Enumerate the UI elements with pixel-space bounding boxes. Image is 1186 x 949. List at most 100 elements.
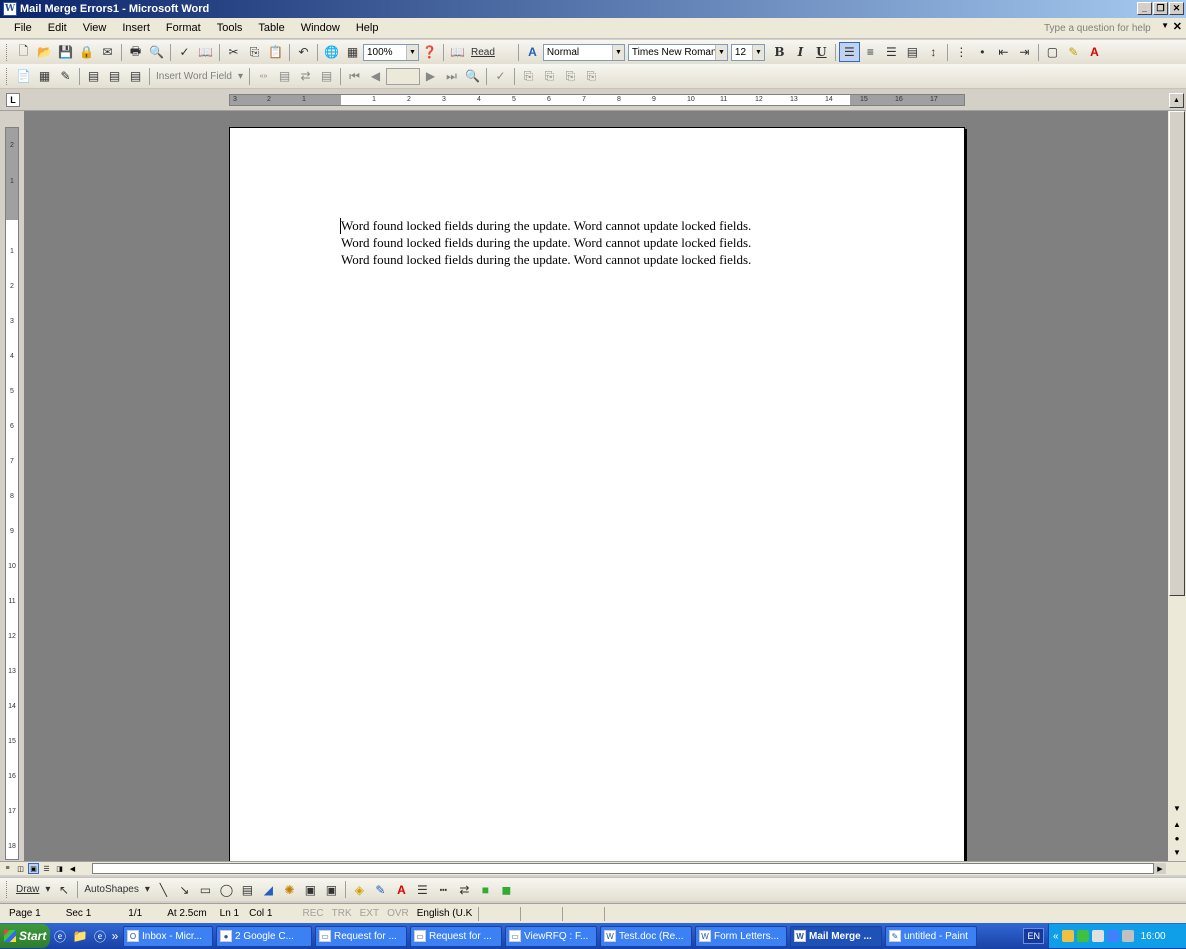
merge-to-document-icon[interactable]: ⎘ — [518, 66, 539, 86]
browse-object-icon[interactable]: ● — [1169, 831, 1185, 845]
arrow-style-icon[interactable]: ⇄ — [454, 880, 475, 900]
document-line[interactable]: Word found locked fields during the upda… — [341, 218, 751, 234]
horizontal-ruler[interactable]: 3 2 1 1 2 3 4 5 6 7 8 9 10 11 12 13 14 1… — [229, 94, 965, 106]
previous-record-icon[interactable]: ◀ — [365, 66, 386, 86]
help-dropdown-icon[interactable]: ▼ — [1161, 21, 1169, 30]
email-icon[interactable]: ✉ — [97, 42, 118, 62]
tray-network-icon[interactable] — [1091, 930, 1104, 942]
italic-button[interactable]: I — [790, 42, 811, 62]
picture-icon[interactable]: ▣ — [321, 880, 342, 900]
select-objects-icon[interactable]: ↖ — [53, 880, 74, 900]
shadow-style-icon[interactable]: ■ — [475, 880, 496, 900]
vertical-scrollbar[interactable]: ▼ ▲ ● ▼ — [1168, 111, 1186, 861]
line-color-icon[interactable]: ✎ — [370, 880, 391, 900]
menu-format[interactable]: Format — [158, 22, 209, 34]
hyperlink-icon[interactable]: 🌐 — [321, 42, 342, 62]
undo-icon[interactable]: ↶ — [293, 42, 314, 62]
align-left-icon[interactable]: ☰ — [838, 42, 860, 62]
clock[interactable]: 16:00 — [1141, 931, 1166, 942]
reading-layout-icon[interactable]: ◨ — [54, 863, 65, 874]
cut-icon[interactable]: ✂ — [223, 42, 244, 62]
record-number-input[interactable] — [385, 67, 420, 85]
main-document-setup-icon[interactable]: 📄 — [13, 66, 34, 86]
status-trk[interactable]: TRK — [328, 908, 356, 919]
arrow-icon[interactable]: ↘ — [174, 880, 195, 900]
dash-style-icon[interactable]: ┅ — [433, 880, 454, 900]
status-ext[interactable]: EXT — [356, 908, 383, 919]
print-icon[interactable]: 🖶 — [125, 42, 146, 62]
language-indicator[interactable]: EN — [1023, 928, 1044, 944]
scroll-left-icon[interactable]: ◀ — [67, 863, 78, 874]
autoshapes-menu-button[interactable]: AutoShapes — [81, 884, 142, 895]
fill-color-icon[interactable]: ◈ — [349, 880, 370, 900]
help-icon[interactable]: ❓ — [419, 42, 440, 62]
minimize-button[interactable]: _ — [1137, 2, 1152, 15]
save-icon[interactable]: 💾 — [55, 42, 76, 62]
rectangle-icon[interactable]: ▭ — [195, 880, 216, 900]
menu-file[interactable]: File — [6, 22, 40, 34]
line-spacing-icon[interactable]: ↕ — [923, 42, 944, 62]
open-folder-icon[interactable]: 📂 — [34, 42, 55, 62]
scroll-down-icon[interactable]: ▼ — [1169, 801, 1185, 815]
menu-tools[interactable]: Tools — [209, 22, 251, 34]
recipients-icon[interactable]: ✎ — [55, 66, 76, 86]
match-fields-icon[interactable]: ⇄ — [295, 66, 316, 86]
tray-expand-icon[interactable]: « — [1053, 931, 1059, 942]
open-data-source-icon[interactable]: ▦ — [34, 66, 55, 86]
oval-icon[interactable]: ◯ — [216, 880, 237, 900]
align-center-icon[interactable]: ≡ — [860, 42, 881, 62]
tray-outlook-icon[interactable] — [1061, 930, 1074, 942]
next-page-icon[interactable]: ▼ — [1169, 845, 1185, 859]
document-page[interactable]: Word found locked fields during the upda… — [229, 127, 965, 861]
insert-merge-fields-icon[interactable]: ▤ — [125, 66, 146, 86]
diagram-icon[interactable]: ✺ — [279, 880, 300, 900]
check-errors-icon[interactable]: ✓ — [490, 66, 511, 86]
font-size-select[interactable]: 12 ▼ — [730, 43, 765, 61]
insert-greeting-line-icon[interactable]: ▤ — [104, 66, 125, 86]
help-search-input[interactable]: Type a question for help — [1042, 21, 1162, 36]
menu-insert[interactable]: Insert — [114, 22, 158, 34]
normal-view-icon[interactable]: ≡ — [2, 863, 13, 874]
scroll-up-button[interactable]: ▲ — [1169, 93, 1184, 108]
menu-view[interactable]: View — [75, 22, 115, 34]
taskbar-item-test-doc[interactable]: W Test.doc (Re... — [600, 925, 692, 947]
propagate-labels-icon[interactable]: ▤ — [316, 66, 337, 86]
menu-edit[interactable]: Edit — [40, 22, 75, 34]
paste-icon[interactable]: 📋 — [265, 42, 286, 62]
web-layout-icon[interactable]: ◫ — [15, 863, 26, 874]
increase-indent-icon[interactable]: ⇥ — [1014, 42, 1035, 62]
tray-messenger-icon[interactable] — [1106, 930, 1119, 942]
menu-help[interactable]: Help — [348, 22, 387, 34]
line-icon[interactable]: ╲ — [153, 880, 174, 900]
document-line[interactable]: Word found locked fields during the upda… — [341, 252, 751, 268]
taskbar-item-outlook[interactable]: O Inbox - Micr... — [123, 925, 213, 947]
align-right-icon[interactable]: ☰ — [881, 42, 902, 62]
font-color-icon[interactable]: A — [391, 880, 412, 900]
next-record-icon[interactable]: ▶ — [420, 66, 441, 86]
taskbar-item-mail-merge[interactable]: W Mail Merge ... — [790, 925, 882, 947]
text-box-icon[interactable]: ▤ — [237, 880, 258, 900]
first-record-icon[interactable]: ⏮ — [344, 66, 365, 86]
status-rec[interactable]: REC — [278, 908, 327, 919]
permission-icon[interactable]: 🔒 — [76, 42, 97, 62]
merge-to-email-icon[interactable]: ⎘ — [560, 66, 581, 86]
styles-icon[interactable]: A — [522, 42, 543, 62]
underline-button[interactable]: U — [811, 42, 832, 62]
taskbar-item-viewrfq[interactable]: ▭ ViewRFQ : F... — [505, 925, 597, 947]
justify-icon[interactable]: ▤ — [902, 42, 923, 62]
document-line[interactable]: Word found locked fields during the upda… — [341, 235, 751, 251]
toolbar-grip[interactable] — [6, 67, 9, 85]
print-preview-icon[interactable]: 🔍 — [146, 42, 167, 62]
menu-window[interactable]: Window — [293, 22, 348, 34]
print-layout-icon[interactable]: ▣ — [28, 863, 39, 874]
bullets-icon[interactable]: • — [972, 42, 993, 62]
style-select[interactable]: Normal ▼ — [542, 43, 625, 61]
read-icon[interactable]: 📖 — [447, 42, 468, 62]
start-button[interactable]: Start — [0, 924, 50, 948]
taskbar-item-request-window[interactable]: ▭ Request for ... — [410, 925, 502, 947]
horizontal-scrollbar[interactable] — [92, 863, 1154, 874]
scroll-thumb[interactable] — [1169, 111, 1185, 596]
internet-explorer-icon[interactable]: ⓔ — [50, 926, 70, 946]
outline-view-icon[interactable]: ☰ — [41, 863, 52, 874]
toolbar-grip[interactable] — [6, 43, 9, 61]
